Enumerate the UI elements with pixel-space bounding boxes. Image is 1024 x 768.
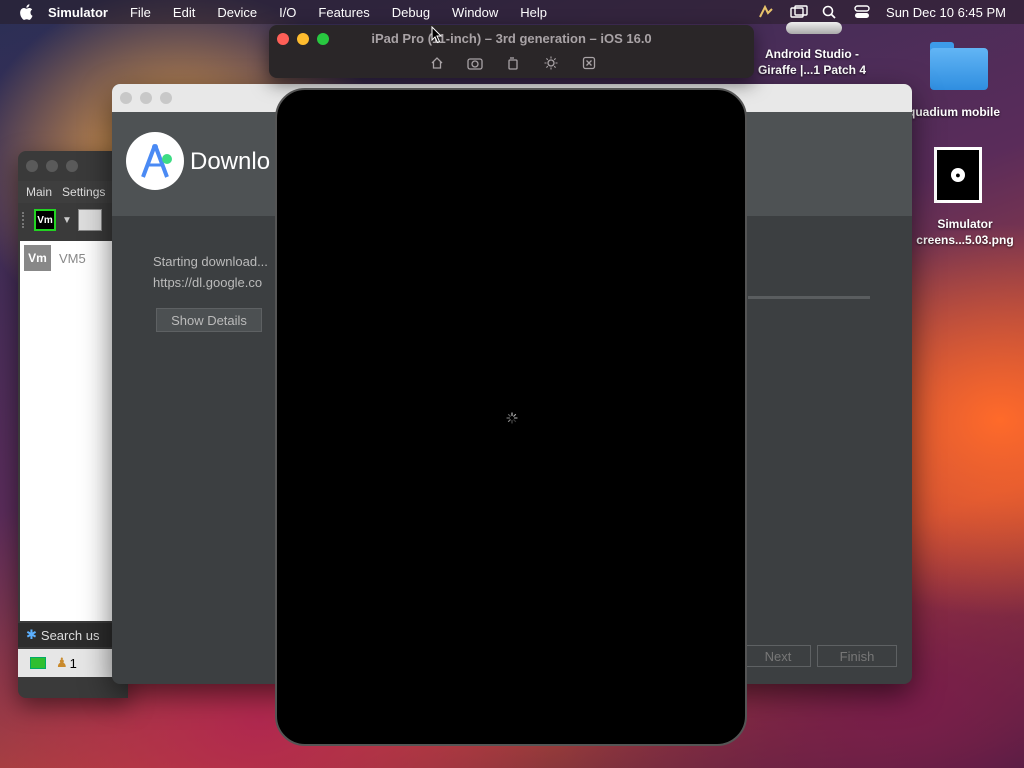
screenshot-file-label[interactable]: Simulator creens...5.03.png <box>906 216 1024 248</box>
vm-badge: Vm <box>24 245 51 271</box>
window-close-button[interactable] <box>120 92 132 104</box>
folder-label[interactable]: quadium mobile <box>908 104 1024 120</box>
apple-logo-icon: ● <box>951 168 965 182</box>
android-studio-desktop-label[interactable]: Android Studio - Giraffe |...1 Patch 4 <box>746 46 878 78</box>
loading-spinner-icon <box>506 412 518 424</box>
finish-button[interactable]: Finish <box>817 645 897 667</box>
brightness-icon[interactable] <box>543 55 559 71</box>
close-icon[interactable] <box>581 55 597 71</box>
user-count: 1 <box>69 655 77 671</box>
menu-app-name[interactable]: Simulator <box>48 5 108 20</box>
search-icon: ✱ <box>26 627 37 642</box>
simulator-tools <box>429 55 597 71</box>
toolbar-grip[interactable] <box>22 212 28 228</box>
menu-features[interactable]: Features <box>318 5 369 20</box>
chevron-down-icon[interactable]: ▼ <box>62 215 72 226</box>
menu-file[interactable]: File <box>130 5 151 20</box>
vm-menu-main[interactable]: Main <box>26 185 52 199</box>
menu-debug[interactable]: Debug <box>392 5 430 20</box>
vm-name: VM5 <box>59 250 86 266</box>
window-minimize-button[interactable] <box>46 160 58 172</box>
rotate-icon[interactable] <box>505 55 521 71</box>
edit-settings-icon[interactable] <box>77 209 102 231</box>
vm-app-icon[interactable]: Vm <box>34 209 56 231</box>
menu-edit[interactable]: Edit <box>173 5 195 20</box>
menu-help[interactable]: Help <box>520 5 547 20</box>
window-close-button[interactable] <box>26 160 38 172</box>
show-details-button[interactable]: Show Details <box>156 308 262 332</box>
window-zoom-button[interactable] <box>66 160 78 172</box>
menu-extras: Sun Dec 10 6:45 PM <box>758 0 1006 24</box>
window-zoom-button[interactable] <box>160 92 172 104</box>
control-center-icon[interactable] <box>854 5 870 19</box>
connection-icon[interactable] <box>30 657 46 669</box>
mouse-cursor-icon <box>431 26 443 44</box>
apple-menu-icon[interactable] <box>18 4 34 20</box>
list-item[interactable]: Vm VM5 <box>24 245 86 271</box>
spotlight-search-icon[interactable] <box>822 5 838 19</box>
home-icon[interactable] <box>429 55 445 71</box>
menu-window[interactable]: Window <box>452 5 498 20</box>
menu-io[interactable]: I/O <box>279 5 296 20</box>
folder-icon[interactable] <box>930 40 988 90</box>
download-url: https://dl.google.co <box>153 275 263 290</box>
app-status-icon[interactable] <box>758 4 774 19</box>
vm-list: Vm VM5 <box>20 241 126 621</box>
screenshot-icon[interactable] <box>467 55 483 71</box>
page-title: Downlo <box>190 148 271 175</box>
search-input[interactable]: Search us <box>41 628 100 643</box>
vm-menu-settings[interactable]: Settings <box>62 185 105 199</box>
android-studio-logo-icon <box>126 132 184 190</box>
download-progress-bar <box>748 296 870 299</box>
users-icon: ♟ <box>56 655 68 670</box>
menu-bar: Simulator File Edit Device I/O Features … <box>0 0 1024 24</box>
next-button[interactable]: Next <box>745 645 811 667</box>
download-status: Starting download... <box>153 254 268 269</box>
screen-mirroring-icon[interactable] <box>790 5 808 19</box>
drive-icon[interactable] <box>786 22 842 34</box>
menu-device[interactable]: Device <box>217 5 257 20</box>
menu-clock[interactable]: Sun Dec 10 6:45 PM <box>886 5 1006 20</box>
window-minimize-button[interactable] <box>140 92 152 104</box>
simulator-title: iPad Pro (11-inch) – 3rd generation – iO… <box>371 31 652 46</box>
simulator-toolbar: iPad Pro (11-inch) – 3rd generation – iO… <box>269 25 754 78</box>
screenshot-file-icon[interactable]: ● <box>934 147 982 203</box>
